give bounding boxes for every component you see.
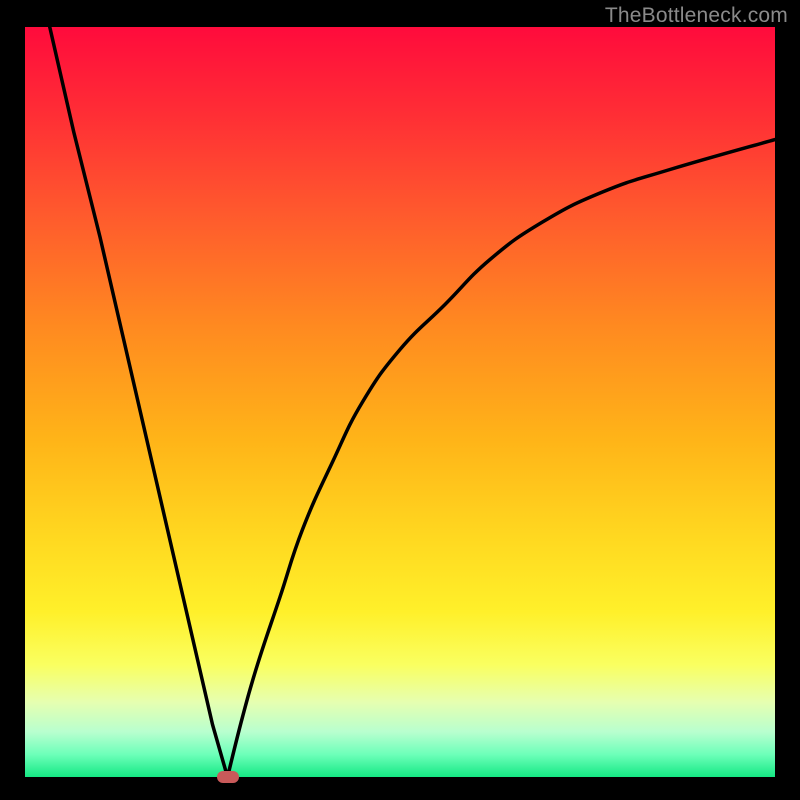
plot-area — [25, 27, 775, 777]
optimal-point-marker — [217, 771, 239, 783]
bottleneck-curve — [25, 27, 775, 777]
watermark-text: TheBottleneck.com — [605, 4, 788, 28]
